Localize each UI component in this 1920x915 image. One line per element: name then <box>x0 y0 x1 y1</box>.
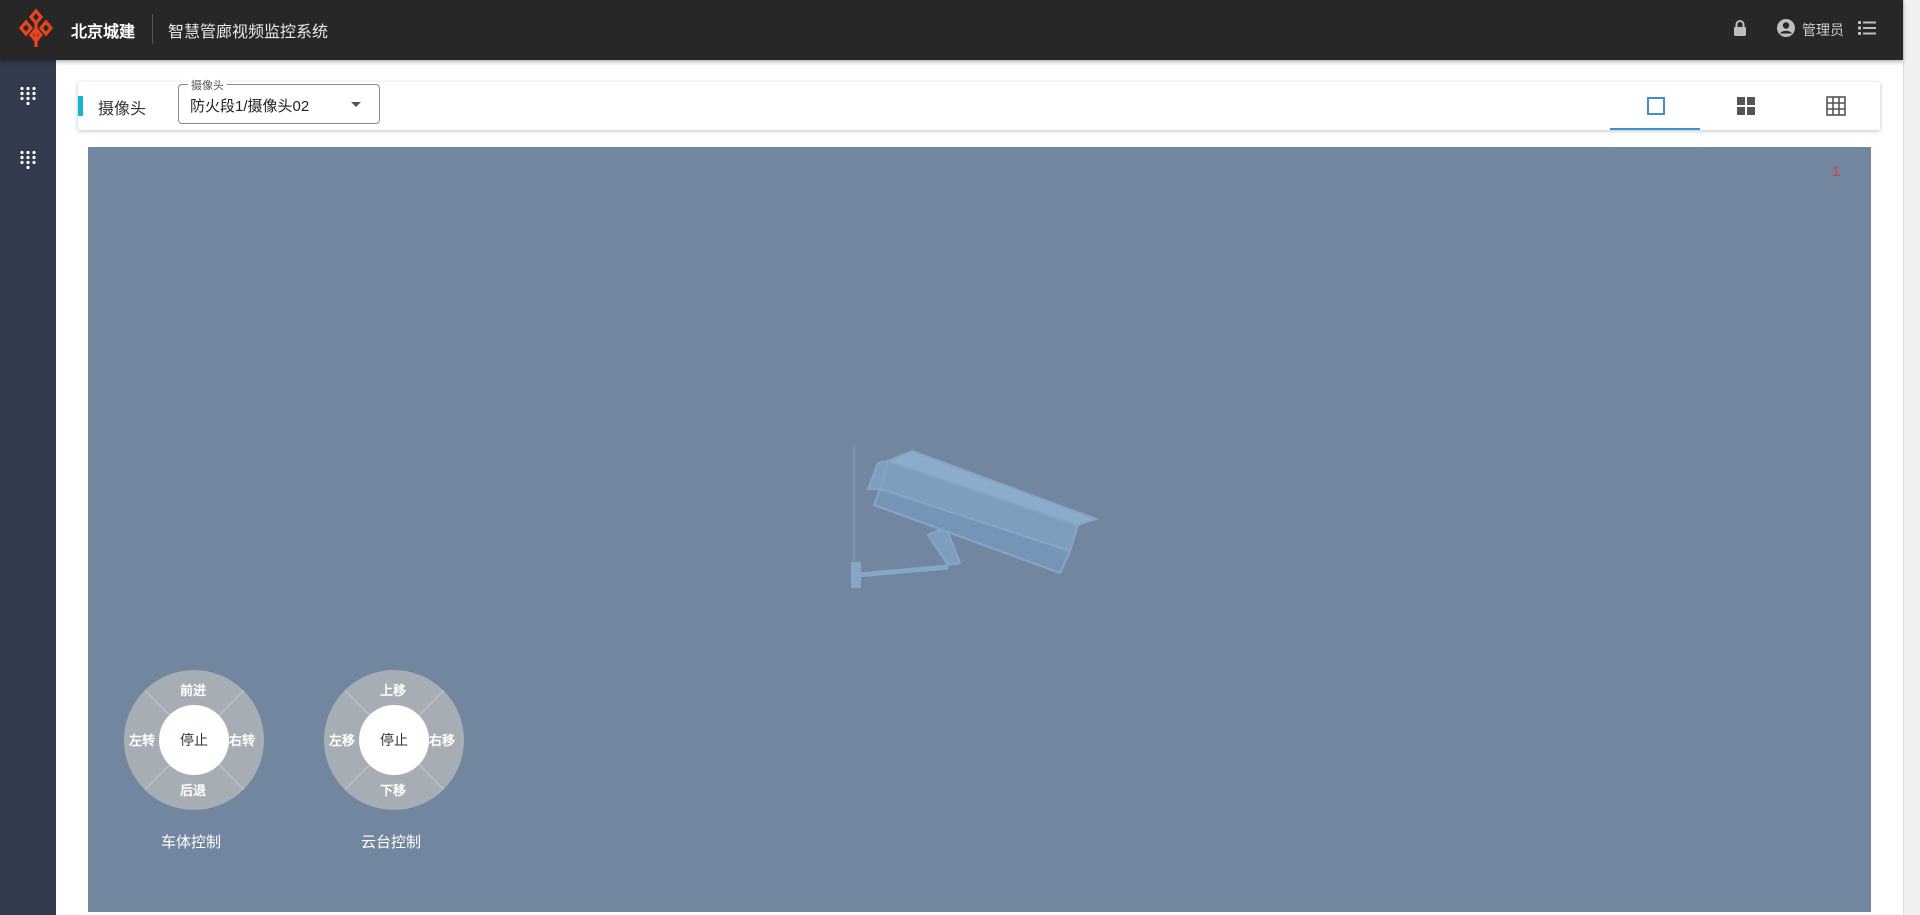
nine-grid-view-button[interactable] <box>1790 82 1880 130</box>
body-control-label: 车体控制 <box>161 834 222 851</box>
body-stop-button[interactable]: 停止 <box>159 705 229 775</box>
header-divider <box>152 14 153 44</box>
body-turn-right-button[interactable]: 右转 <box>229 730 255 749</box>
beijing-urban-construction-logo[interactable] <box>17 8 55 50</box>
brand-name: 北京城建 <box>71 24 136 41</box>
user-name[interactable]: 管理员 <box>1802 20 1844 40</box>
ptz-control-label: 云台控制 <box>361 834 422 851</box>
ptz-up-button[interactable]: 上移 <box>380 680 406 699</box>
apps-grid-icon[interactable] <box>18 150 38 170</box>
toolbar-label: 摄像头 <box>98 101 147 118</box>
single-view-button[interactable] <box>1610 82 1700 130</box>
body-turn-left-button[interactable]: 左转 <box>129 730 155 749</box>
four-grid-view-button[interactable] <box>1700 82 1790 130</box>
video-player[interactable]: 1 前进 后退 左转 右转 停止 车体控制 上移 下移 左移 右移 停止 云台控… <box>88 147 1871 912</box>
single-view-icon <box>1647 97 1665 115</box>
account-circle-icon[interactable] <box>1776 18 1796 38</box>
four-grid-icon <box>1737 97 1755 115</box>
cctv-camera-icon <box>851 445 1100 588</box>
ptz-stop-button[interactable]: 停止 <box>359 705 429 775</box>
apps-grid-icon[interactable] <box>18 86 38 106</box>
nine-grid-icon <box>1826 96 1846 116</box>
body-forward-button[interactable]: 前进 <box>180 680 206 699</box>
ptz-right-button[interactable]: 右移 <box>429 730 455 749</box>
lock-icon[interactable] <box>1732 19 1748 37</box>
ptz-left-button[interactable]: 左移 <box>329 730 355 749</box>
page-scrollbar[interactable] <box>1903 0 1920 915</box>
channel-number: 1 <box>1832 163 1841 180</box>
sidebar <box>0 60 56 915</box>
system-title: 智慧管廊视频监控系统 <box>168 24 329 41</box>
list-menu-icon[interactable] <box>1858 20 1876 36</box>
ptz-down-button[interactable]: 下移 <box>380 780 406 799</box>
camera-select-value: 防火段1/摄像头02 <box>190 98 310 115</box>
camera-select-legend: 摄像头 <box>188 77 227 93</box>
chevron-down-icon <box>351 102 361 107</box>
body-control-pad: 前进 后退 左转 右转 停止 <box>124 670 264 810</box>
top-bar: 北京城建 智慧管廊视频监控系统 管理员 <box>0 0 1903 60</box>
body-backward-button[interactable]: 后退 <box>180 780 206 799</box>
camera-select[interactable]: 摄像头 防火段1/摄像头02 <box>178 77 380 124</box>
camera-toolbar: 摄像头 摄像头 防火段1/摄像头02 <box>78 77 1880 130</box>
ptz-control-pad: 上移 下移 左移 右移 停止 <box>324 670 464 810</box>
toolbar-accent-bar <box>78 96 83 116</box>
